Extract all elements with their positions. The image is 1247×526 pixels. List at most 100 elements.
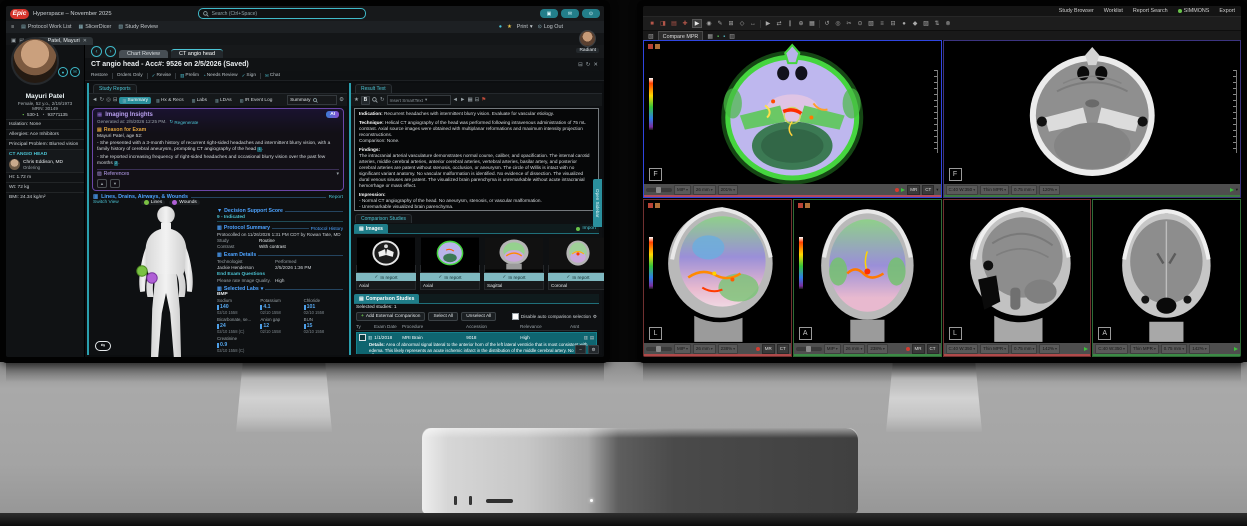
thumbnail-coronal[interactable]: ✓ In report Coronal xyxy=(548,237,604,290)
toolbar-icon-shape[interactable]: ◇ xyxy=(738,20,746,27)
sync-on-icon[interactable]: ▪ xyxy=(717,34,719,40)
menu-study-review[interactable]: ▧ Study Review xyxy=(118,24,158,30)
lab-potassium[interactable]: Potassium 4.1 02/10 1558 xyxy=(260,298,299,316)
colormap-icon[interactable] xyxy=(655,44,660,49)
thumbnail-axial-2[interactable]: ✓ In report Axial xyxy=(420,237,480,290)
lab-chloride[interactable]: Chloride 101 02/10 1558 xyxy=(303,298,343,316)
slab-dropdown[interactable]: 0.75 mm ▾ xyxy=(1011,184,1038,195)
viewport-fused-sagittal[interactable]: L MIP ▾ 26 mm ▾ 238% ▾ MR CT xyxy=(643,199,792,357)
print-button[interactable]: Print ▾ xyxy=(517,24,533,30)
thumbnail-sagittal[interactable]: ✓ In report Sagittal xyxy=(484,237,544,290)
mode-dropdown[interactable]: MIP ▾ xyxy=(823,343,841,354)
viewport-fused-coronal[interactable]: A MIP ▾ 26 mm ▾ 238% ▾ MR CT xyxy=(792,199,942,357)
global-search[interactable]: Search (Ctrl+Space) xyxy=(197,8,366,19)
close-icon[interactable]: ✕ xyxy=(83,38,87,44)
settings-button[interactable]: ⚙ xyxy=(588,345,599,354)
menu-icon[interactable]: ≡ xyxy=(11,24,14,30)
record-dot-icon[interactable] xyxy=(905,346,910,351)
mode-dropdown[interactable]: Thin MPR ▾ xyxy=(980,343,1010,354)
procedure-link[interactable]: MRI Brain xyxy=(402,335,464,340)
slab-dropdown[interactable]: 0.75 mm ▾ xyxy=(1011,343,1038,354)
report-search-menu[interactable]: Report Search xyxy=(1133,8,1168,14)
wrench-icon[interactable]: ⚙ xyxy=(339,97,344,103)
menu-protocol-work-list[interactable]: ▤ Protocol Work List xyxy=(21,24,71,30)
image-icon[interactable]: ▤ xyxy=(590,335,594,341)
tab-labs[interactable]: ▥ Labs xyxy=(189,97,210,104)
mode-dropdown[interactable]: Thin MPR ▾ xyxy=(1129,343,1159,354)
toolbar-icon-target[interactable]: ◎ xyxy=(834,20,842,27)
rotate-figure-button[interactable]: ⇆ xyxy=(95,341,111,351)
smarttext-input[interactable]: Insert SmartText ▾ xyxy=(386,95,451,105)
viewport-ct-sagittal[interactable]: L C:40 W:350 ▾ Thin MPR ▾ 0.75 mm ▾ 142% ▾ xyxy=(942,199,1092,357)
prelim-button[interactable]: ▥ Prelim xyxy=(180,73,199,79)
favorites-icon[interactable]: ★ xyxy=(507,24,512,30)
toolbar-icon-crosshair[interactable]: ◉ xyxy=(705,20,713,27)
scroll-slider[interactable] xyxy=(646,345,672,352)
worklist-menu[interactable]: Worklist xyxy=(1104,8,1123,14)
mode-dropdown[interactable]: Thin MPR ▾ xyxy=(980,184,1010,195)
toolbar-icon-pointer[interactable]: ▶ xyxy=(692,19,702,28)
tab-ir-event-log[interactable]: ▥ IR Event Log xyxy=(237,97,276,104)
table-icon[interactable]: ⊟ xyxy=(475,97,480,103)
logout-button[interactable]: ⊙ Log Out xyxy=(538,24,563,30)
insert-icon[interactable]: ▦ xyxy=(467,97,472,103)
tab-summary[interactable]: ▥ Summary xyxy=(119,96,151,104)
open-sidebar-tab[interactable]: Open Sidebar xyxy=(593,179,602,227)
colormap-icon[interactable] xyxy=(655,203,660,208)
fusion-icon[interactable] xyxy=(648,203,653,208)
window-dropdown[interactable]: C:40 W:350 ▾ xyxy=(1095,343,1128,354)
lab-anion-gap[interactable]: Anion gap 12 02/10 1558 xyxy=(260,317,299,335)
ct-toggle[interactable]: CT xyxy=(926,343,939,354)
print-icon[interactable]: ⊟ xyxy=(578,62,583,68)
toolbar-icon-parallel[interactable]: ∥ xyxy=(786,20,794,27)
citation-2[interactable]: 2 xyxy=(114,160,119,166)
collapse-button[interactable]: – xyxy=(575,345,586,354)
toolbar-icon-measure[interactable]: ⊕ xyxy=(797,20,805,27)
mr-toggle[interactable]: MR xyxy=(907,184,921,195)
doc-icon[interactable]: ▥ xyxy=(584,335,588,341)
flag-icon[interactable]: ⚑ xyxy=(481,97,486,103)
mr-toggle[interactable]: MR xyxy=(911,343,925,354)
back-icon[interactable]: ◄ xyxy=(92,97,97,103)
toolbar-icon-diamond[interactable]: ◆ xyxy=(911,20,919,27)
toolbar-icon-save[interactable]: ■ xyxy=(648,21,656,27)
disable-auto-checkbox[interactable] xyxy=(511,313,519,320)
slab-dropdown[interactable]: 26 mm ▾ xyxy=(692,184,716,195)
link-icon[interactable]: ▪ xyxy=(723,34,725,40)
fusion-icon[interactable] xyxy=(648,44,653,49)
play-icon[interactable]: ▶ xyxy=(764,20,772,27)
row-checkbox-checked[interactable] xyxy=(359,334,366,341)
thumbs-up-icon[interactable]: ▲ xyxy=(97,179,107,189)
prev-field-icon[interactable]: ◄ xyxy=(453,97,458,103)
menu-slicerdicer[interactable]: ▦ SlicerDicer xyxy=(79,24,112,30)
zoom-dropdown[interactable]: 142% ▾ xyxy=(1039,343,1060,354)
pencil-icon[interactable]: ▾ xyxy=(261,286,264,292)
chat-button[interactable]: ✉ Chat xyxy=(265,73,280,79)
chevron-down-icon[interactable]: ▾ xyxy=(936,187,938,193)
window-dropdown[interactable]: C:40 W:350 ▾ xyxy=(945,343,979,354)
lab-bun[interactable]: BUN 15 02/10 1558 xyxy=(303,317,343,335)
toolbar-icon-print[interactable]: ⊟ xyxy=(889,20,897,27)
report-text-area[interactable]: Indication: Recurrent headaches with int… xyxy=(354,108,599,211)
colormap-icon[interactable] xyxy=(804,203,810,208)
refresh-icon[interactable]: ↻ xyxy=(99,97,104,103)
toolbar-icon-pattern[interactable]: ▨ xyxy=(922,20,930,27)
protocol-history-link[interactable]: Protocol History xyxy=(311,226,343,231)
print-icon[interactable]: ⊟ xyxy=(113,97,118,103)
toolbar-icon-link[interactable]: ⇄ xyxy=(775,20,783,27)
in-report-button[interactable]: ✓ In report xyxy=(484,273,544,281)
toolbar-icon-window[interactable]: ⊞ xyxy=(727,20,735,27)
search-icon[interactable] xyxy=(372,97,378,103)
restore-button[interactable]: Restore xyxy=(91,73,108,78)
zoom-dropdown[interactable]: 201% ▾ xyxy=(717,184,739,195)
play-flag-icon[interactable] xyxy=(1229,187,1234,192)
play-flag-icon[interactable] xyxy=(901,187,906,192)
star-icon[interactable]: ★ xyxy=(354,97,359,103)
toolbar-icon-series[interactable]: ▤ xyxy=(670,20,678,27)
study-reports-tab[interactable]: Study Reports xyxy=(93,84,137,93)
add-external-comparison-button[interactable]: + Add External Comparison xyxy=(356,312,426,321)
phone-icon[interactable]: ● xyxy=(58,67,68,77)
thumbnail-axial-1[interactable]: ✓ In report Axial xyxy=(356,237,416,290)
record-dot-icon[interactable] xyxy=(895,187,900,192)
toolbar-icon-sort[interactable]: ⇅ xyxy=(933,20,941,27)
